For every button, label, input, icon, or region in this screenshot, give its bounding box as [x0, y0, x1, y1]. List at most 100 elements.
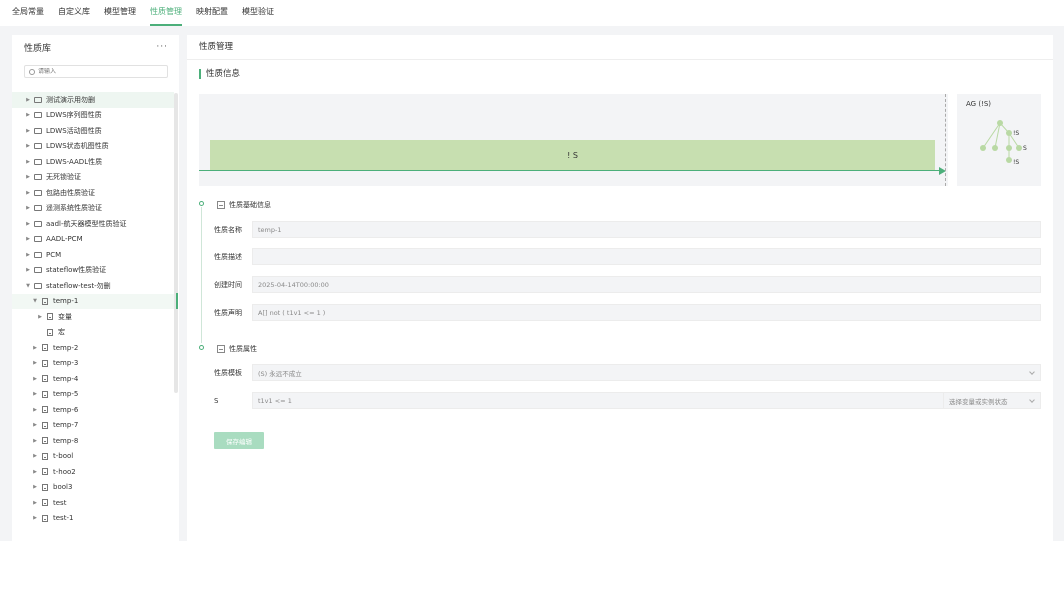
chevron-down-icon[interactable]: ▼ — [31, 298, 39, 304]
tree-item[interactable]: ▶ test-1 — [12, 511, 174, 527]
chevron-down-icon[interactable]: ▼ — [24, 283, 32, 289]
tree-item[interactable]: ▶ AADL-PCM — [12, 232, 174, 248]
tree-item[interactable]: ▶ temp-5 — [12, 387, 174, 403]
chevron-right-icon[interactable]: ▶ — [24, 252, 32, 258]
tree-item[interactable]: ▶ bool3 — [12, 480, 174, 496]
field-row-declaration: 性质声明 A[] not ( t1v1 <= 1 ) — [214, 304, 1041, 321]
tree-item[interactable]: ▶ temp-4 — [12, 371, 174, 387]
tree-item-label: LDWS状态机图性质 — [46, 142, 109, 151]
chevron-right-icon[interactable]: ▶ — [31, 453, 39, 459]
collapse-icon[interactable] — [217, 201, 225, 209]
tree-item[interactable]: ▶ t-hoo2 — [12, 464, 174, 480]
basic-info-group[interactable]: 性质基础信息 — [217, 200, 271, 210]
tree-node — [1006, 157, 1012, 163]
chevron-right-icon[interactable]: ▶ — [31, 515, 39, 521]
chevron-right-icon[interactable]: ▶ — [31, 422, 39, 428]
tab-property-management[interactable]: 性质管理 — [150, 0, 182, 26]
chevron-right-icon[interactable]: ▶ — [24, 128, 32, 134]
template-select[interactable]: (S) 永远不成立 — [252, 364, 1041, 381]
tab-custom-library[interactable]: 自定义库 — [58, 0, 90, 26]
tree-item-label: temp-5 — [53, 390, 79, 399]
field-row-s: S t1v1 <= 1 选择变量或实例状态 — [214, 392, 1041, 409]
declaration-input[interactable]: A[] not ( t1v1 <= 1 ) — [252, 304, 1041, 321]
file-icon — [42, 375, 48, 383]
tree-item[interactable]: ▶ temp-3 — [12, 356, 174, 372]
tree-item[interactable]: ▶ stateflow性质验证 — [12, 263, 174, 279]
chevron-right-icon[interactable]: ▶ — [31, 500, 39, 506]
chevron-right-icon[interactable]: ▶ — [24, 190, 32, 196]
chevron-right-icon[interactable]: ▶ — [31, 407, 39, 413]
s-variable-select[interactable]: 选择变量或实例状态 — [944, 392, 1041, 409]
tree-item[interactable]: ▶ temp-8 — [12, 433, 174, 449]
field-label: S — [214, 396, 219, 405]
created-time-input[interactable]: 2025-04-14T00:00:00 — [252, 276, 1041, 293]
tree-item[interactable]: ▶ PCM — [12, 247, 174, 263]
chevron-right-icon[interactable]: ▶ — [31, 484, 39, 490]
chevron-right-icon[interactable]: ▶ — [24, 205, 32, 211]
chevron-right-icon[interactable]: ▶ — [31, 438, 39, 444]
tree-item[interactable]: ▶ aadl-航天器模型性质验证 — [12, 216, 174, 232]
timeline-axis — [199, 170, 940, 171]
tree-item[interactable]: ▶ LDWS序列图性质 — [12, 108, 174, 124]
tree-item[interactable]: 宏 — [12, 325, 174, 341]
tree-item[interactable]: ▶ 测试演示用勿删 — [12, 92, 174, 108]
tree-item-label: 遥测系统性质验证 — [46, 204, 102, 213]
field-row-description: 性质描述 — [214, 248, 1041, 265]
tab-model-management[interactable]: 模型管理 — [104, 0, 136, 26]
collapse-icon[interactable] — [217, 345, 225, 353]
tree-item[interactable]: ▶ LDWS活动图性质 — [12, 123, 174, 139]
s-input[interactable]: t1v1 <= 1 — [252, 392, 944, 409]
save-button[interactable]: 保存编辑 — [214, 432, 264, 449]
tree-item[interactable]: ▶ 包路由性质验证 — [12, 185, 174, 201]
tree-item-label: aadl-航天器模型性质验证 — [46, 219, 127, 228]
tree-item[interactable]: ▶ temp-7 — [12, 418, 174, 434]
folder-icon — [34, 112, 42, 119]
tab-model-verification[interactable]: 模型验证 — [242, 0, 274, 26]
tree-item[interactable]: ▶ temp-2 — [12, 340, 174, 356]
attribute-group[interactable]: 性质属性 — [217, 344, 257, 354]
tab-global-constants[interactable]: 全局常量 — [12, 0, 44, 26]
chevron-right-icon[interactable]: ▶ — [31, 345, 39, 351]
file-icon — [42, 344, 48, 352]
s-select-placeholder: 选择变量或实例状态 — [949, 397, 1008, 406]
tree-item[interactable]: ▶ test — [12, 495, 174, 511]
chevron-right-icon[interactable]: ▶ — [24, 112, 32, 118]
chevron-right-icon[interactable]: ▶ — [24, 236, 32, 242]
chevron-right-icon[interactable]: ▶ — [24, 267, 32, 273]
field-label: 性质声明 — [214, 308, 242, 317]
more-icon[interactable]: ··· — [156, 42, 168, 52]
tree-item[interactable]: ▼ stateflow-test-勿删 — [12, 278, 174, 294]
tab-mapping-config[interactable]: 映射配置 — [196, 0, 228, 26]
tree-node — [1016, 145, 1022, 151]
folder-icon — [34, 282, 42, 289]
chevron-right-icon[interactable]: ▶ — [36, 314, 44, 320]
tree-item-label: 变量 — [58, 312, 72, 321]
description-input[interactable] — [252, 248, 1041, 265]
tree-item-label: t-bool — [53, 452, 74, 461]
tree-item[interactable]: ▶ 遥测系统性质验证 — [12, 201, 174, 217]
name-input[interactable]: temp-1 — [252, 221, 1041, 238]
tree-item[interactable]: ▼ temp-1 — [12, 293, 174, 309]
tree-item[interactable]: ▶ 无死锁验证 — [12, 170, 174, 186]
sidebar-header: 性质库 ··· — [12, 35, 179, 59]
chevron-right-icon[interactable]: ▶ — [24, 143, 32, 149]
tree-node — [980, 145, 986, 151]
tree-item[interactable]: ▶ temp-6 — [12, 402, 174, 418]
chevron-right-icon[interactable]: ▶ — [24, 221, 32, 227]
formula-tree-panel: AG (!S) !S S !S — [957, 94, 1041, 186]
chevron-right-icon[interactable]: ▶ — [31, 376, 39, 382]
tree-item[interactable]: ▶ t-bool — [12, 449, 174, 465]
chevron-right-icon[interactable]: ▶ — [24, 174, 32, 180]
chevron-right-icon[interactable]: ▶ — [31, 469, 39, 475]
chevron-right-icon[interactable]: ▶ — [24, 159, 32, 165]
search-input[interactable] — [37, 68, 167, 75]
chevron-right-icon[interactable]: ▶ — [31, 360, 39, 366]
timeline-visualization: ! S — [199, 94, 948, 186]
tree-item[interactable]: ▶ 变量 — [12, 309, 174, 325]
chevron-right-icon[interactable]: ▶ — [31, 391, 39, 397]
file-icon — [47, 328, 53, 336]
tree-item[interactable]: ▶ LDWS状态机图性质 — [12, 139, 174, 155]
sidebar-scrollbar[interactable] — [174, 93, 178, 393]
chevron-right-icon[interactable]: ▶ — [24, 97, 32, 103]
tree-item[interactable]: ▶ LDWS-AADL性质 — [12, 154, 174, 170]
